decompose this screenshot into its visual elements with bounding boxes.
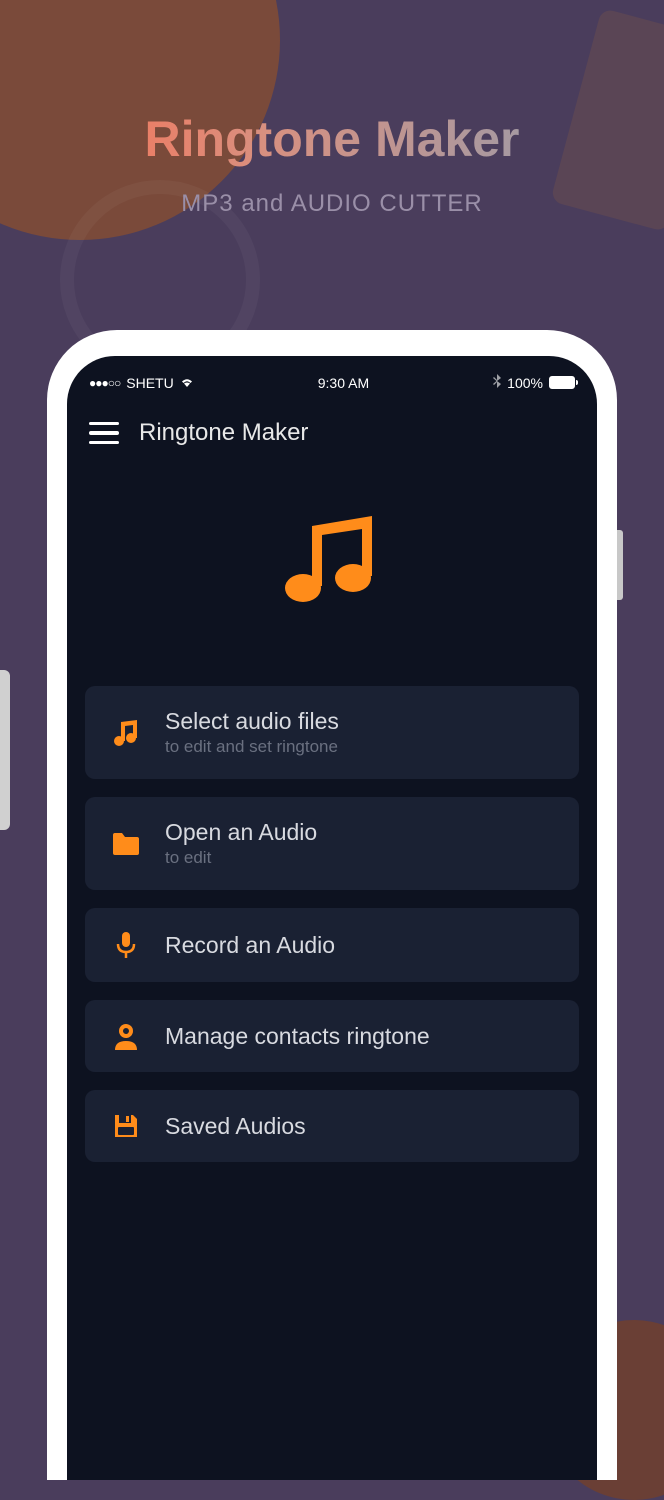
battery-percent: 100% <box>507 375 543 391</box>
select-audio-button[interactable]: Select audio files to edit and set ringt… <box>85 686 579 779</box>
battery-icon <box>549 376 575 389</box>
status-time: 9:30 AM <box>318 375 369 391</box>
menu-item-subtitle: to edit and set ringtone <box>165 737 555 757</box>
status-left: ●●●○○ SHETU <box>89 375 194 391</box>
hero-music-icon <box>67 471 597 686</box>
menu-item-title: Open an Audio <box>165 819 555 846</box>
microphone-icon <box>109 930 143 960</box>
status-bar: ●●●○○ SHETU 9:30 AM 100% <box>67 356 597 401</box>
manage-contacts-button[interactable]: Manage contacts ringtone <box>85 1000 579 1072</box>
promo-title: Ringtone Maker <box>0 110 664 168</box>
signal-dots-icon: ●●●○○ <box>89 376 120 390</box>
bluetooth-icon <box>493 374 501 391</box>
carrier-label: SHETU <box>126 375 173 391</box>
menu-icon[interactable] <box>89 422 119 445</box>
phone-frame: ●●●○○ SHETU 9:30 AM 100% Ringtone Maker <box>47 330 617 1480</box>
promo-subtitle: MP3 and AUDIO CUTTER <box>0 190 664 218</box>
menu-item-subtitle: to edit <box>165 848 555 868</box>
menu-item-title: Saved Audios <box>165 1113 555 1140</box>
app-title: Ringtone Maker <box>139 419 308 447</box>
bg-left-handle <box>0 670 10 830</box>
main-menu: Select audio files to edit and set ringt… <box>67 686 597 1162</box>
menu-item-title: Select audio files <box>165 708 555 735</box>
folder-icon <box>109 831 143 857</box>
wifi-icon <box>180 375 194 391</box>
save-icon <box>109 1112 143 1140</box>
open-audio-button[interactable]: Open an Audio to edit <box>85 797 579 890</box>
music-note-icon <box>109 718 143 748</box>
app-header: Ringtone Maker <box>67 401 597 471</box>
status-right: 100% <box>493 374 575 391</box>
phone-screen: ●●●○○ SHETU 9:30 AM 100% Ringtone Maker <box>67 356 597 1480</box>
contact-icon <box>109 1022 143 1050</box>
record-audio-button[interactable]: Record an Audio <box>85 908 579 982</box>
phone-side-button <box>617 530 623 600</box>
menu-item-title: Record an Audio <box>165 932 555 959</box>
menu-item-title: Manage contacts ringtone <box>165 1023 555 1050</box>
saved-audios-button[interactable]: Saved Audios <box>85 1090 579 1162</box>
